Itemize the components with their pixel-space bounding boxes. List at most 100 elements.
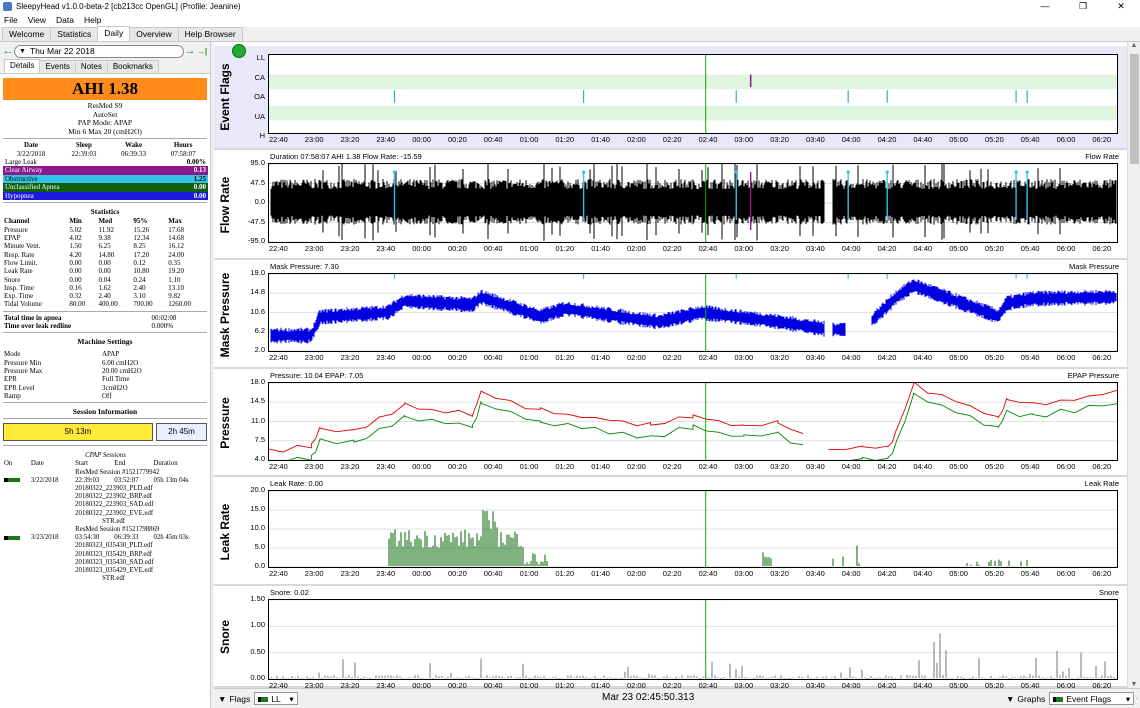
- setting-value: 6.00 cmH2O: [102, 358, 139, 367]
- wake-time: 06:39:33: [121, 149, 146, 158]
- oa-marker-dot: [1025, 170, 1029, 174]
- pressure-xtick: 06:00: [1056, 462, 1076, 471]
- scroll-up-icon[interactable]: ▲: [1128, 42, 1140, 49]
- tab-welcome[interactable]: Welcome: [2, 27, 52, 41]
- session-file-row: 20180322_223903_PLD.edf: [3, 485, 208, 493]
- resize-grip-icon[interactable]: ⋰: [1130, 697, 1138, 706]
- snore-trace: [270, 633, 1115, 679]
- prev-day-button[interactable]: ←: [2, 45, 14, 57]
- flags-dropdown[interactable]: LL: [254, 692, 298, 705]
- mask-title-text: Mask Pressure: [218, 272, 232, 357]
- subtab-bookmarks[interactable]: Bookmarks: [106, 60, 159, 73]
- snore-plot[interactable]: [268, 599, 1118, 680]
- triangle-down-icon[interactable]: ▼: [218, 694, 226, 704]
- last-day-button[interactable]: →|: [196, 47, 208, 56]
- graph-scrollbar[interactable]: ▲ ▼: [1127, 42, 1140, 688]
- snore-title: Snore: [214, 588, 236, 686]
- flags-value: LL: [271, 694, 281, 704]
- session-file-row: 20180322_223902_EVE.edf: [3, 510, 208, 518]
- stat-value: 12.34: [133, 234, 150, 243]
- session-toggle[interactable]: [3, 477, 30, 485]
- menu-help[interactable]: Help: [84, 15, 101, 25]
- session-on-icon[interactable]: [4, 535, 20, 540]
- flags-plot[interactable]: [268, 54, 1118, 134]
- minimize-button[interactable]: —: [1026, 0, 1064, 13]
- pin-icon[interactable]: [232, 44, 246, 58]
- flags-xtick: 01:00: [519, 135, 539, 144]
- flags-ytick: H: [259, 131, 265, 140]
- date-picker[interactable]: ▼ Thu Mar 22 2018: [14, 44, 184, 58]
- pressure-ytick: 11.0: [250, 415, 265, 425]
- session-file: 20180322_223902_BRP.edf: [75, 493, 153, 501]
- session-bar-1[interactable]: 5h 13m: [3, 423, 153, 442]
- mask-plot[interactable]: [268, 273, 1118, 352]
- scroll-down-icon[interactable]: ▼: [1128, 681, 1140, 688]
- event-row[interactable]: Large Leak 0.00%: [3, 157, 208, 167]
- pressure-xtick: 22:40: [269, 462, 288, 471]
- triangle-down-icon[interactable]: ▼: [1006, 694, 1014, 704]
- mask-xtick: 06:00: [1056, 353, 1076, 362]
- stat-row: Pressure 5.02 11.92 15.26 17.68: [3, 226, 208, 234]
- event-row[interactable]: Obstructive 1.25: [3, 174, 208, 184]
- event-value: 0.00: [193, 191, 206, 200]
- event-value: 0.00%: [186, 157, 206, 166]
- stat-value: 0.35: [168, 258, 181, 267]
- pressure-xtick: 04:00: [841, 462, 861, 471]
- subtab-notes[interactable]: Notes: [74, 60, 108, 73]
- mask-svg: [269, 274, 1117, 351]
- graphs-dropdown[interactable]: Event Flags: [1049, 692, 1135, 705]
- tab-help-browser[interactable]: Help Browser: [177, 27, 243, 41]
- graphs-control: ▼ Graphs Event Flags: [1006, 692, 1135, 705]
- tab-overview[interactable]: Overview: [129, 27, 179, 41]
- subtab-details[interactable]: Details: [4, 59, 41, 73]
- leak-rate-trace: [388, 510, 1028, 567]
- leak-xtick: 01:20: [555, 569, 575, 578]
- flow-ytick: -95.0: [247, 236, 265, 245]
- flow-xtick: 06:20: [1092, 244, 1112, 253]
- flags-ytick: CA: [254, 72, 265, 82]
- menu-file[interactable]: File: [4, 15, 18, 25]
- flow-xtick: 03:40: [806, 244, 825, 253]
- leak-plot[interactable]: [268, 490, 1118, 568]
- stat-value: 13.10: [168, 283, 185, 292]
- next-day-button[interactable]: →: [184, 45, 196, 57]
- session-on-icon[interactable]: [4, 478, 20, 483]
- event-row[interactable]: Unclassified Apnea 0.00: [3, 183, 208, 192]
- tab-daily[interactable]: Daily: [97, 26, 131, 41]
- flags-xtick: 00:20: [448, 135, 467, 144]
- flow-plot[interactable]: [268, 163, 1118, 243]
- flags-xtick: 06:00: [1056, 135, 1076, 144]
- ahi-banner: AHI 1.38: [3, 78, 207, 100]
- mask-ytick: 19.0: [250, 268, 265, 277]
- mask-xtick: 04:20: [877, 353, 897, 362]
- leak-xtick: 02:40: [698, 569, 718, 578]
- stat-value: 700.00: [133, 300, 153, 309]
- tab-statistics[interactable]: Statistics: [50, 27, 99, 41]
- stat-header: 95%: [133, 217, 148, 226]
- flow-title-text: Flow Rate: [218, 176, 232, 234]
- leak-xtick: 06:00: [1056, 569, 1076, 578]
- session-bar-2[interactable]: 2h 45m: [156, 423, 207, 442]
- menu-view[interactable]: View: [28, 15, 46, 25]
- pressure-plot[interactable]: [268, 382, 1118, 461]
- subtab-events[interactable]: Events: [39, 60, 76, 73]
- flags-xtick: 22:40: [269, 135, 288, 144]
- event-row[interactable]: Clear Airway 0.13: [3, 166, 208, 175]
- leak-info: Leak Rate: 0.00: [270, 479, 323, 488]
- maximize-button[interactable]: ❐: [1064, 0, 1102, 13]
- pressure-xtick: 05:20: [985, 462, 1004, 471]
- pressure-legend: EPAP Pressure: [1067, 371, 1119, 380]
- event-row[interactable]: Hypopnea 0.00: [3, 191, 208, 201]
- session-toggle[interactable]: [3, 534, 30, 542]
- leak-xtick: 02:00: [627, 569, 646, 578]
- pressure-xtick: 03:40: [806, 462, 825, 471]
- scroll-thumb[interactable]: [1130, 54, 1139, 164]
- mask-xtick: 00:00: [412, 353, 431, 362]
- session-row[interactable]: 3/22/2018 22:39:03 03:52:07 05h 13m 04s: [3, 477, 208, 485]
- close-button[interactable]: ✕: [1102, 0, 1140, 13]
- session-row[interactable]: 3/23/2018 03:54:30 06:39:33 02h 45m 03s: [3, 534, 208, 542]
- mask-ytick: 10.6: [250, 306, 265, 316]
- mask-xtick: 04:40: [913, 353, 933, 362]
- menu-data[interactable]: Data: [56, 15, 74, 25]
- stat-value: 2.40: [133, 283, 146, 292]
